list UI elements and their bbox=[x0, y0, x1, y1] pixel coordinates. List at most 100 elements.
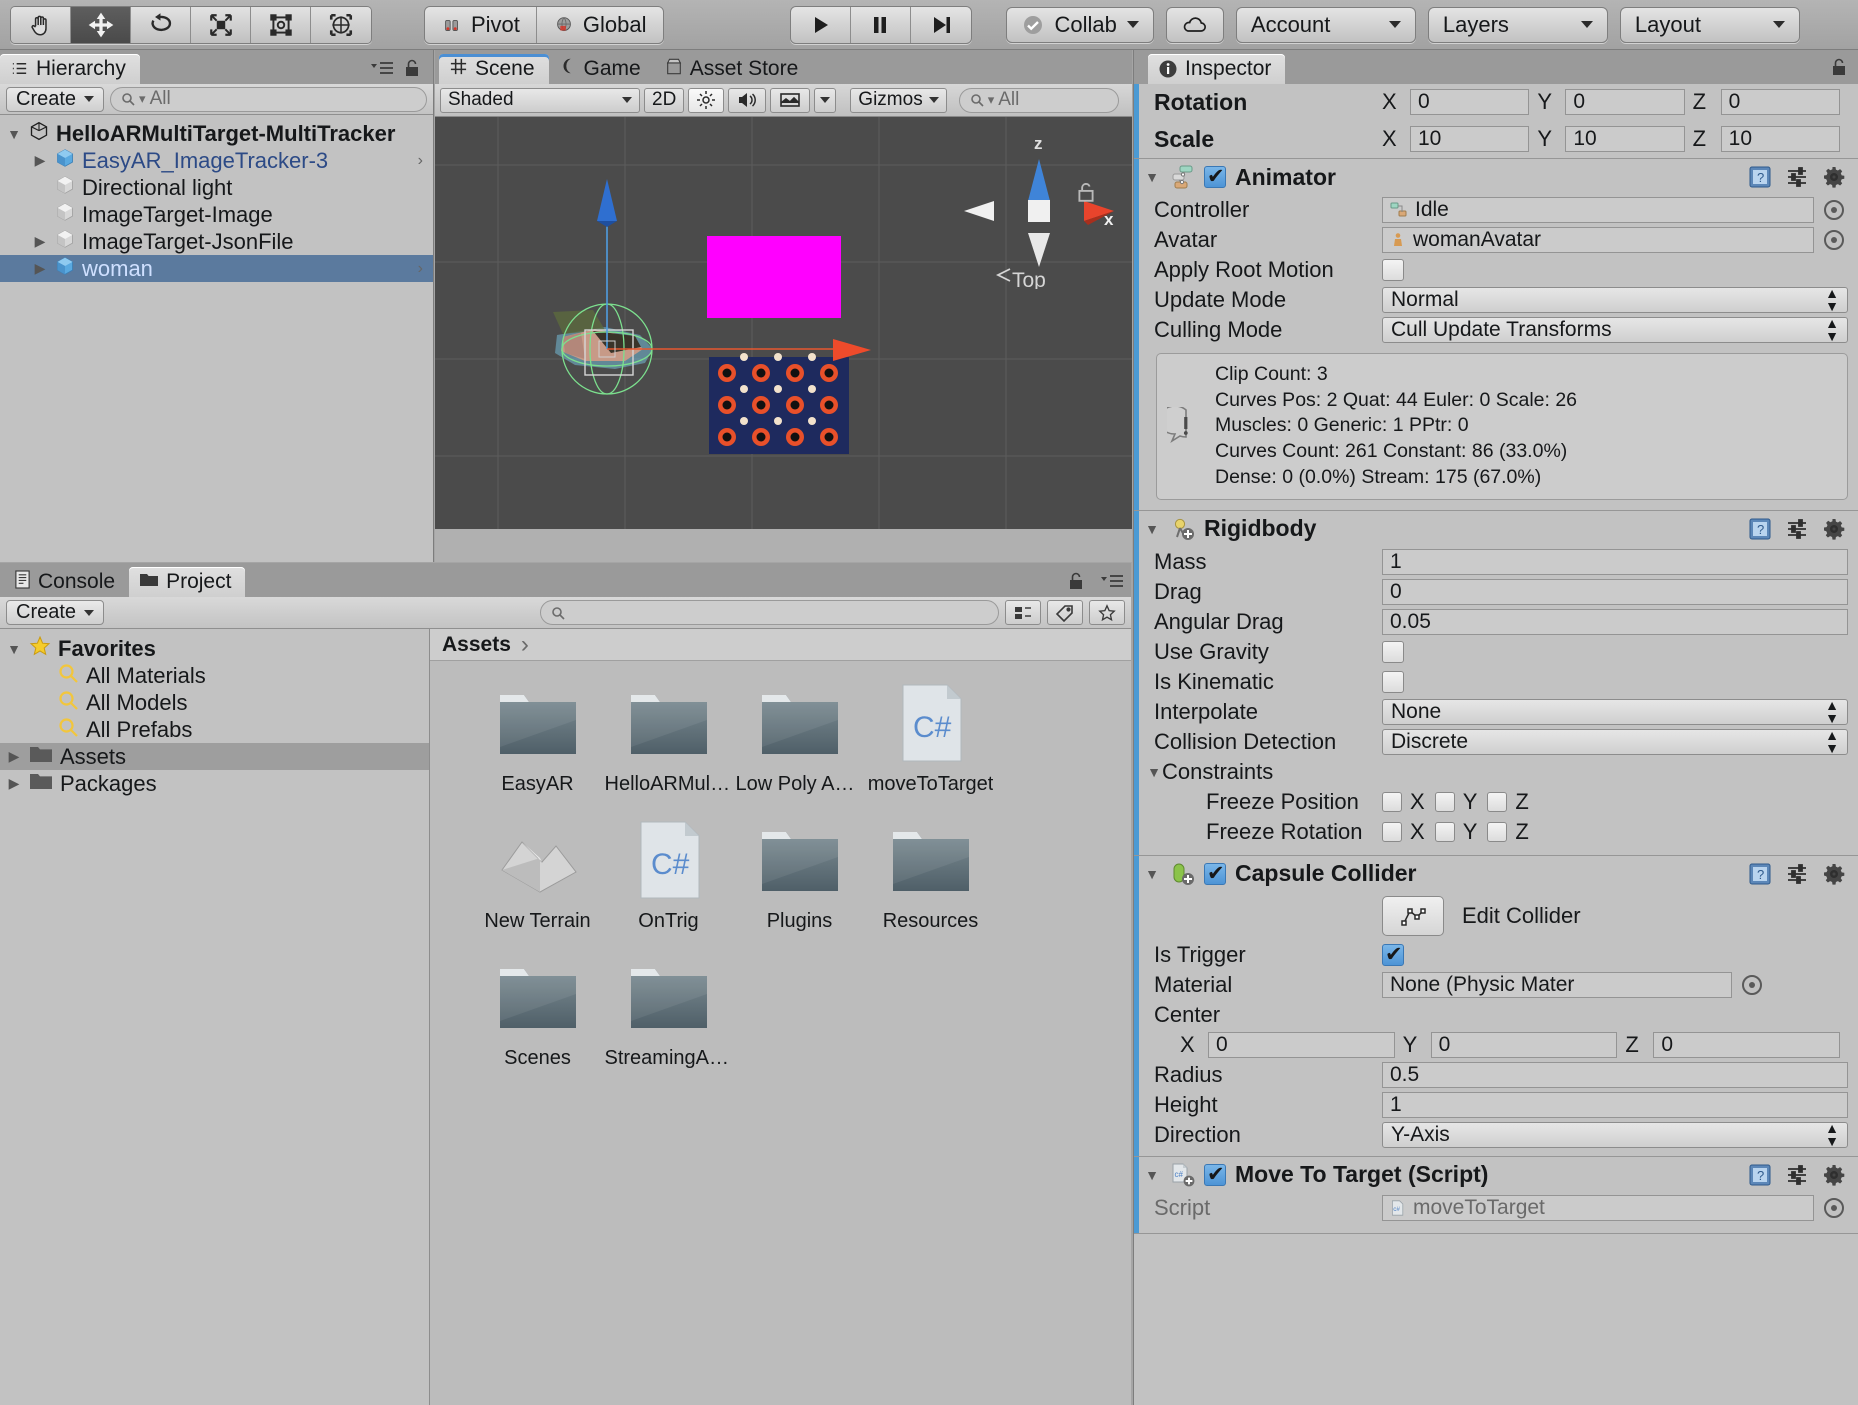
asset-item[interactable]: Scenes bbox=[472, 955, 603, 1070]
pause-button[interactable] bbox=[850, 6, 911, 43]
rotation-z-input[interactable]: 0 bbox=[1720, 89, 1840, 115]
project-tree-item-favorites[interactable]: Favorites bbox=[0, 635, 429, 662]
freeze-rotation-x-checkbox[interactable] bbox=[1382, 821, 1402, 842]
hierarchy-item-woman[interactable]: woman › bbox=[0, 255, 433, 282]
scene-orientation-gizmo[interactable]: z x Top bbox=[964, 129, 1114, 289]
play-button[interactable] bbox=[790, 6, 851, 43]
project-search-input[interactable] bbox=[540, 600, 999, 625]
animator-header[interactable]: Animator ? bbox=[1134, 159, 1858, 195]
is-trigger-checkbox[interactable] bbox=[1382, 942, 1404, 967]
layout-button[interactable]: Layout bbox=[1619, 6, 1800, 43]
height-input[interactable]: 1 bbox=[1382, 1091, 1848, 1118]
project-tree-item-assets[interactable]: Assets bbox=[0, 743, 429, 770]
preset-icon[interactable] bbox=[1785, 1163, 1809, 1187]
tab-asset-store[interactable]: Asset Store bbox=[655, 54, 813, 84]
inspector-lock-icon[interactable] bbox=[1830, 57, 1848, 83]
direction-dropdown[interactable]: Y-Axis ▲ ▼ bbox=[1382, 1121, 1848, 1148]
script-object-picker[interactable] bbox=[1824, 1197, 1844, 1218]
help-icon[interactable]: ? bbox=[1748, 165, 1772, 189]
help-icon[interactable]: ? bbox=[1748, 517, 1772, 541]
scene-search-input[interactable]: ▾ All bbox=[958, 87, 1119, 113]
avatar-field[interactable]: womanAvatar bbox=[1382, 227, 1814, 253]
scene-audio-button[interactable] bbox=[728, 87, 767, 113]
step-button[interactable] bbox=[910, 6, 971, 43]
open-prefab-chevron-icon[interactable]: › bbox=[418, 152, 423, 170]
help-icon[interactable]: ? bbox=[1748, 862, 1772, 886]
edit-collider-button[interactable] bbox=[1382, 895, 1444, 936]
hierarchy-search-input[interactable]: ▾ All bbox=[110, 86, 427, 112]
preset-icon[interactable] bbox=[1785, 165, 1809, 189]
hierarchy-item-imagetarget-image[interactable]: ImageTarget-Image bbox=[0, 201, 433, 228]
rect-tool-button[interactable] bbox=[251, 6, 311, 43]
tab-game[interactable]: Game bbox=[549, 54, 655, 84]
center-y-input[interactable]: 0 bbox=[1430, 1031, 1618, 1058]
scale-x-input[interactable]: 10 bbox=[1410, 126, 1530, 152]
hand-tool-button[interactable] bbox=[11, 6, 71, 43]
controller-object-picker[interactable] bbox=[1824, 200, 1844, 220]
radius-input[interactable]: 0.5 bbox=[1382, 1061, 1848, 1088]
capsule-collider-header[interactable]: Capsule Collider ? bbox=[1134, 856, 1858, 892]
move-to-target-header[interactable]: c# Move To Target (Script) ? bbox=[1134, 1157, 1858, 1193]
chevron-down-icon[interactable] bbox=[6, 641, 22, 657]
is-kinematic-checkbox[interactable] bbox=[1382, 670, 1404, 693]
gear-icon[interactable] bbox=[1822, 517, 1846, 541]
mass-input[interactable]: 1 bbox=[1382, 548, 1848, 575]
collab-button[interactable]: Collab bbox=[1005, 6, 1154, 43]
project-create-button[interactable]: Create bbox=[6, 600, 105, 625]
rigidbody-constraints-row[interactable]: Constraints bbox=[1134, 757, 1858, 787]
move-to-target-enabled-checkbox[interactable] bbox=[1204, 1162, 1226, 1187]
preset-icon[interactable] bbox=[1785, 862, 1809, 886]
interpolate-dropdown[interactable]: None ▲ ▼ bbox=[1382, 698, 1848, 725]
apply-root-motion-checkbox[interactable] bbox=[1382, 259, 1404, 281]
hierarchy-item-helloarmultitarget-multitracker[interactable]: HelloARMultiTarget-MultiTracker bbox=[0, 120, 433, 147]
gear-icon[interactable] bbox=[1822, 1163, 1846, 1187]
scene-effects-dropdown[interactable] bbox=[814, 87, 837, 113]
filter-favorite-button[interactable] bbox=[1089, 600, 1125, 625]
scale-tool-button[interactable] bbox=[191, 6, 251, 43]
gear-icon[interactable] bbox=[1822, 165, 1846, 189]
chevron-right-icon[interactable] bbox=[32, 233, 48, 250]
account-button[interactable]: Account bbox=[1235, 6, 1416, 43]
project-menu-icon[interactable] bbox=[1099, 572, 1125, 596]
pivot-button[interactable]: Pivot bbox=[425, 6, 537, 43]
freeze-rotation-y-checkbox[interactable] bbox=[1434, 821, 1455, 842]
project-tree-item-packages[interactable]: Packages bbox=[0, 770, 429, 797]
asset-item[interactable]: StreamingAss... bbox=[603, 955, 734, 1070]
asset-item[interactable]: EasyAR bbox=[472, 681, 603, 796]
freeze-position-y-checkbox[interactable] bbox=[1434, 791, 1455, 812]
scene-lock-icon[interactable] bbox=[1076, 181, 1096, 209]
hierarchy-item-directional-light[interactable]: Directional light bbox=[0, 174, 433, 201]
shading-mode-dropdown[interactable]: Shaded bbox=[440, 87, 640, 113]
asset-item[interactable]: HelloARMulti... bbox=[603, 681, 734, 796]
material-field[interactable]: None (Physic Mater bbox=[1382, 971, 1732, 998]
asset-item[interactable]: New Terrain bbox=[472, 818, 603, 933]
scene-lighting-button[interactable] bbox=[688, 87, 725, 113]
project-lock-icon[interactable] bbox=[1067, 571, 1085, 597]
material-object-picker[interactable] bbox=[1742, 974, 1762, 995]
global-button[interactable]: Global bbox=[536, 6, 663, 43]
move-tool-button[interactable] bbox=[71, 6, 131, 43]
2d-toggle-button[interactable]: 2D bbox=[644, 87, 685, 113]
project-tree-item-all-prefabs[interactable]: All Prefabs bbox=[0, 716, 429, 743]
freeze-position-z-checkbox[interactable] bbox=[1487, 791, 1508, 812]
hierarchy-item-imagetarget-jsonfile[interactable]: ImageTarget-JsonFile bbox=[0, 228, 433, 255]
script-field[interactable]: c# moveToTarget bbox=[1382, 1194, 1814, 1221]
scene-viewport[interactable]: z x Top bbox=[435, 117, 1132, 529]
asset-item[interactable]: C# OnTrig bbox=[603, 818, 734, 933]
chevron-down-icon[interactable] bbox=[1144, 169, 1160, 185]
filter-type-button[interactable] bbox=[1005, 600, 1041, 625]
asset-item[interactable]: Low Poly Ani... bbox=[734, 681, 865, 796]
update-mode-dropdown[interactable]: Normal ▲ ▼ bbox=[1382, 286, 1848, 313]
tab-project[interactable]: Project bbox=[129, 567, 246, 597]
center-x-input[interactable]: 0 bbox=[1208, 1031, 1395, 1058]
chevron-down-icon[interactable] bbox=[1146, 764, 1162, 780]
breadcrumb-assets[interactable]: Assets bbox=[442, 633, 511, 657]
filter-label-button[interactable] bbox=[1047, 600, 1083, 625]
help-icon[interactable]: ? bbox=[1748, 1163, 1772, 1187]
open-prefab-chevron-icon[interactable]: › bbox=[418, 260, 423, 278]
animator-enabled-checkbox[interactable] bbox=[1204, 164, 1226, 189]
freeze-rotation-z-checkbox[interactable] bbox=[1487, 821, 1508, 842]
chevron-right-icon[interactable] bbox=[6, 748, 22, 765]
project-tree-item-all-models[interactable]: All Models bbox=[0, 689, 429, 716]
tab-console[interactable]: Console bbox=[4, 567, 129, 597]
